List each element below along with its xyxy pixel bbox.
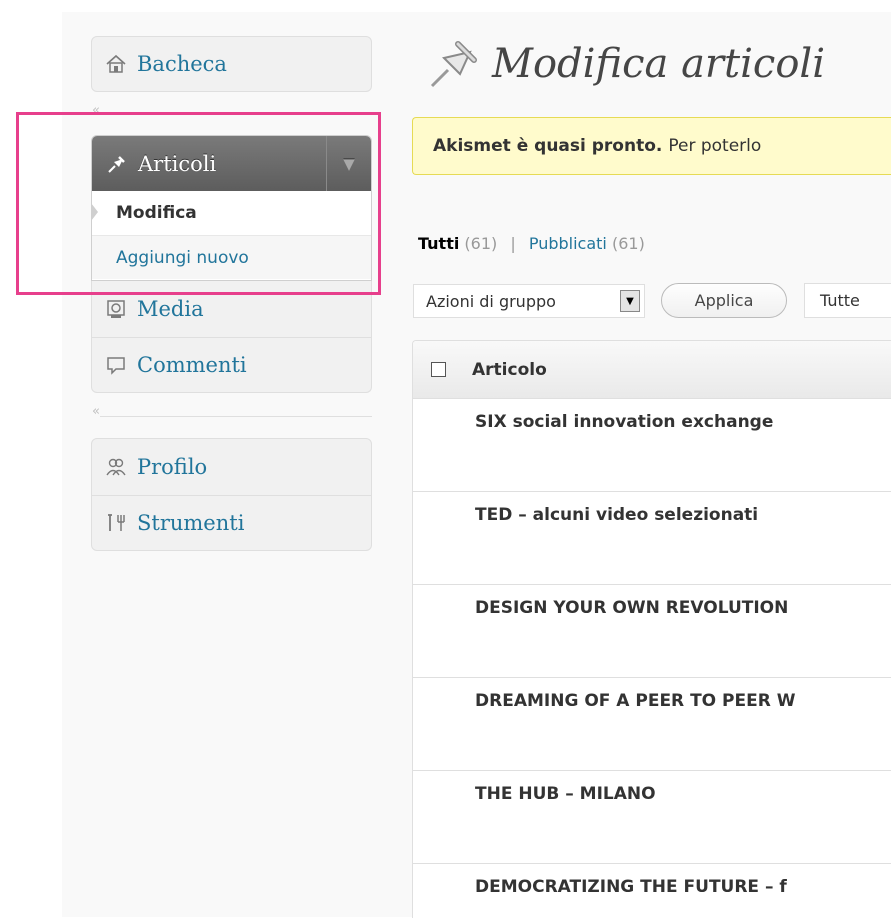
table-row[interactable]: DREAMING OF A PEER TO PEER W — [413, 678, 891, 771]
sidebar-item-label: Bacheca — [137, 52, 227, 76]
bulk-actions-select[interactable]: Azioni di gruppo ▼ — [413, 284, 645, 318]
users-icon — [103, 454, 129, 480]
notice-bold-text: Akismet è quasi pronto. — [433, 136, 663, 156]
table-row[interactable]: TED – alcuni video selezionati — [413, 492, 891, 585]
date-filter-value: Tutte — [820, 291, 860, 310]
posts-table: Articolo SIX social innovation exchange … — [412, 340, 891, 918]
sidebar-item-label: Profilo — [137, 455, 208, 479]
sidebar-item-label: Media — [137, 297, 204, 321]
dropdown-arrow-icon: ▼ — [620, 290, 640, 312]
sidebar-item-profilo[interactable]: Profilo — [92, 439, 371, 496]
akismet-notice: Akismet è quasi pronto. Per poterlo — [412, 117, 891, 175]
table-row[interactable]: THE HUB – MILANO — [413, 771, 891, 864]
post-title-link[interactable]: DREAMING OF A PEER TO PEER W — [475, 691, 795, 711]
select-all-checkbox[interactable] — [431, 362, 446, 377]
notice-text: Per poterlo — [668, 136, 762, 156]
post-title-link[interactable]: TED – alcuni video selezionati — [475, 505, 758, 525]
filter-all-count: (61) — [464, 234, 498, 253]
post-title-link[interactable]: SIX social innovation exchange — [475, 412, 773, 432]
menu-separator — [100, 416, 372, 417]
post-title-link[interactable]: DESIGN YOUR OWN REVOLUTION — [475, 598, 788, 618]
column-title-header[interactable]: Articolo — [472, 360, 547, 380]
filter-published[interactable]: Pubblicati — [529, 234, 607, 253]
status-filters: Tutti (61) | Pubblicati (61) — [418, 234, 645, 253]
apply-button[interactable]: Applica — [661, 283, 787, 318]
post-title-link[interactable]: THE HUB – MILANO — [475, 784, 656, 804]
filter-published-count: (61) — [611, 234, 645, 253]
highlight-box — [16, 112, 381, 295]
dashboard-icon — [103, 51, 129, 77]
sidebar-item-commenti[interactable]: Commenti — [92, 338, 371, 392]
page-header: Modifica articoli — [426, 36, 825, 92]
collapse-menu-icon[interactable]: « — [92, 404, 100, 419]
tools-icon — [103, 510, 129, 536]
menu-group-users: Profilo Strumenti — [91, 438, 372, 551]
page-title: Modifica articoli — [492, 41, 825, 87]
pushpin-icon — [430, 41, 477, 88]
table-header: Articolo — [413, 341, 891, 399]
sidebar-item-label: Commenti — [137, 353, 247, 377]
sidebar-item-strumenti[interactable]: Strumenti — [92, 496, 371, 550]
sidebar-item-label: Strumenti — [137, 511, 245, 535]
table-row[interactable]: DEMOCRATIZING THE FUTURE – f — [413, 864, 891, 918]
filter-separator: | — [510, 234, 516, 253]
sidebar-item-bacheca[interactable]: Bacheca — [92, 37, 371, 91]
post-title-link[interactable]: DEMOCRATIZING THE FUTURE – f — [475, 877, 787, 897]
menu-group-media: Media Commenti — [91, 281, 372, 393]
menu-group-dashboard: Bacheca — [91, 36, 372, 92]
date-filter-select[interactable]: Tutte — [804, 283, 891, 318]
filter-all[interactable]: Tutti — [418, 234, 459, 253]
table-row[interactable]: DESIGN YOUR OWN REVOLUTION — [413, 585, 891, 678]
media-icon — [103, 296, 129, 322]
comments-icon — [103, 352, 129, 378]
bulk-actions-value: Azioni di gruppo — [426, 291, 556, 311]
table-row[interactable]: SIX social innovation exchange — [413, 399, 891, 492]
